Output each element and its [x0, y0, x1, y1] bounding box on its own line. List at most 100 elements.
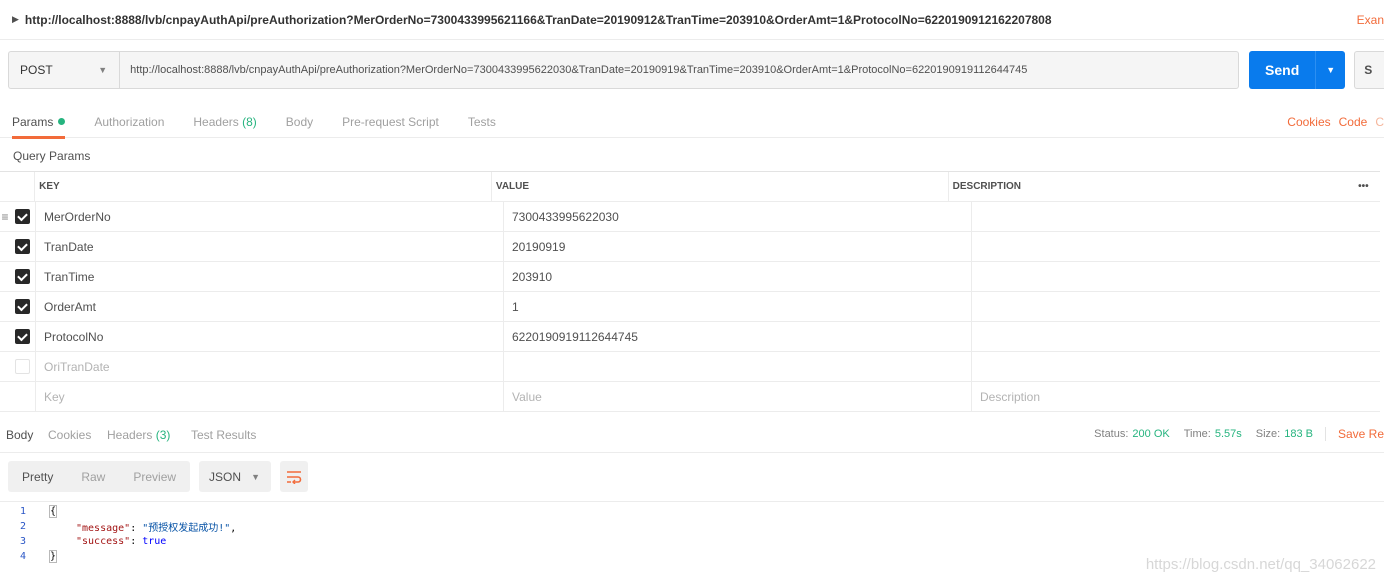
status-value[interactable]: 200 OK [1132, 428, 1169, 440]
table-row: TranDate 20190919 [0, 232, 1380, 262]
send-label: Send [1265, 61, 1300, 78]
param-description[interactable] [972, 352, 1380, 381]
watermark: https://blog.csdn.net/qq_34062622 [1145, 556, 1376, 573]
tab-body[interactable]: Body [286, 104, 313, 138]
response-tab-test-results[interactable]: Test Results [191, 428, 256, 442]
table-row: ProtocolNo 6220190919112644745 [0, 322, 1380, 352]
response-tab-body[interactable]: Body [6, 428, 33, 442]
row-checkbox-cell [10, 352, 36, 381]
param-description[interactable] [972, 262, 1380, 291]
method-label: POST [20, 62, 53, 77]
new-value-input[interactable]: Value [504, 382, 972, 411]
table-row: OriTranDate [0, 352, 1380, 382]
more-options-icon[interactable]: ••• [1347, 172, 1380, 201]
row-checkbox[interactable] [15, 329, 30, 344]
param-key[interactable]: ProtocolNo [36, 322, 504, 351]
tab-label: Tests [467, 115, 496, 129]
new-description-input[interactable]: Description [972, 382, 1380, 411]
view-mode-preview[interactable]: Preview [119, 470, 190, 484]
table-header-row: KEY VALUE DESCRIPTION ••• [0, 172, 1380, 202]
param-key[interactable]: TranDate [36, 232, 504, 261]
param-value[interactable]: 20190919 [504, 232, 972, 261]
param-value[interactable]: 203910 [504, 262, 972, 291]
param-key[interactable]: OrderAmt [36, 292, 504, 321]
row-checkbox-cell [10, 262, 36, 291]
wrap-lines-button[interactable] [280, 461, 309, 492]
open-brace: { [48, 505, 58, 518]
time-value[interactable]: 5.57s [1215, 428, 1242, 440]
new-key-input[interactable]: Key [36, 382, 504, 411]
row-checkbox-cell [10, 232, 36, 261]
size-value[interactable]: 183 B [1284, 428, 1313, 440]
param-key[interactable]: MerOrderNo [36, 202, 504, 231]
row-checkbox[interactable] [15, 299, 30, 314]
table-row: OrderAmt 1 [0, 292, 1380, 322]
column-header-key: KEY [35, 172, 492, 201]
tab-label: Headers [107, 428, 153, 442]
param-key[interactable]: TranTime [36, 262, 504, 291]
drag-handle-slot [0, 352, 10, 381]
param-value[interactable]: 1 [504, 292, 972, 321]
param-description[interactable] [972, 292, 1380, 321]
line-number: 4 [19, 551, 26, 562]
tab-authorization[interactable]: Authorization [94, 104, 164, 138]
row-checkbox-cell [10, 322, 36, 351]
code-line: 2 "message": "预授权发起成功!", [0, 519, 1384, 534]
response-status-bar: Status: 200 OK Time: 5.57s Size: 183 B S… [1094, 427, 1384, 441]
expand-caret-icon[interactable]: ▶ [12, 14, 19, 25]
param-key[interactable]: OriTranDate [36, 352, 504, 381]
send-options-chevron-icon[interactable]: ▼ [1316, 65, 1345, 75]
tab-tests[interactable]: Tests [468, 104, 496, 138]
drag-handle-slot [0, 292, 10, 321]
row-checkbox[interactable] [15, 359, 30, 374]
method-select[interactable]: POST ▼ [8, 50, 120, 89]
request-title[interactable]: http://localhost:8888/lvb/cnpayAuthApi/p… [25, 13, 1052, 27]
param-value[interactable] [504, 352, 972, 381]
tab-label: Pre-request Script [342, 115, 439, 129]
send-button[interactable]: Send ▼ [1249, 50, 1346, 89]
drag-handle-icon[interactable]: ≡ [0, 202, 10, 231]
row-checkbox-cell [10, 292, 36, 321]
code-link[interactable]: Code [1339, 115, 1368, 129]
header-spacer [0, 172, 10, 201]
param-value[interactable]: 7300433995622030 [504, 202, 972, 231]
code-line: 3 "success": true [0, 534, 1384, 549]
view-mode-pretty[interactable]: Pretty [8, 470, 67, 484]
tab-headers[interactable]: Headers (8) [193, 104, 256, 138]
url-input[interactable]: http://localhost:8888/lvb/cnpayAuthApi/p… [119, 50, 1240, 89]
view-mode-raw[interactable]: Raw [67, 470, 119, 484]
table-row: TranTime 203910 [0, 262, 1380, 292]
param-description[interactable] [972, 202, 1380, 231]
param-description[interactable] [972, 232, 1380, 261]
row-checkbox[interactable] [15, 239, 30, 254]
tab-params[interactable]: Params [12, 104, 66, 139]
row-checkbox[interactable] [15, 209, 30, 224]
status-label: Status: [1094, 428, 1129, 440]
size-label: Size: [1255, 428, 1281, 440]
time-label: Time: [1183, 428, 1211, 440]
chevron-down-icon: ▼ [251, 471, 260, 482]
drag-handle-slot [0, 382, 10, 411]
new-param-row: Key Value Description [0, 382, 1380, 412]
cookies-link[interactable]: Cookies [1287, 115, 1330, 129]
save-button[interactable]: S [1354, 50, 1384, 89]
request-links: Cookies Code C [1287, 115, 1384, 129]
param-description[interactable] [972, 322, 1380, 351]
row-checkbox[interactable] [15, 269, 30, 284]
param-value[interactable]: 6220190919112644745 [504, 322, 972, 351]
response-tab-headers[interactable]: Headers (3) [107, 428, 170, 442]
comments-link[interactable]: C [1375, 115, 1384, 129]
save-response-button[interactable]: Save Re [1338, 427, 1384, 441]
response-tabs: Body Cookies Headers (3) Test Results St… [0, 413, 1384, 453]
query-params-table: KEY VALUE DESCRIPTION ••• ≡ MerOrderNo 7… [0, 171, 1380, 412]
params-active-dot-icon [58, 118, 66, 126]
response-viewer-toolbar: Pretty Raw Preview JSON ▼ [8, 461, 309, 492]
format-select[interactable]: JSON ▼ [199, 461, 272, 492]
response-tab-cookies[interactable]: Cookies [48, 428, 91, 442]
header-check-spacer [10, 172, 36, 201]
tab-pre-request-script[interactable]: Pre-request Script [342, 104, 439, 138]
tab-label: Body [285, 115, 314, 129]
query-params-heading: Query Params [13, 149, 91, 163]
row-checkbox-cell [10, 202, 36, 231]
examples-link[interactable]: Exan [1357, 13, 1384, 27]
